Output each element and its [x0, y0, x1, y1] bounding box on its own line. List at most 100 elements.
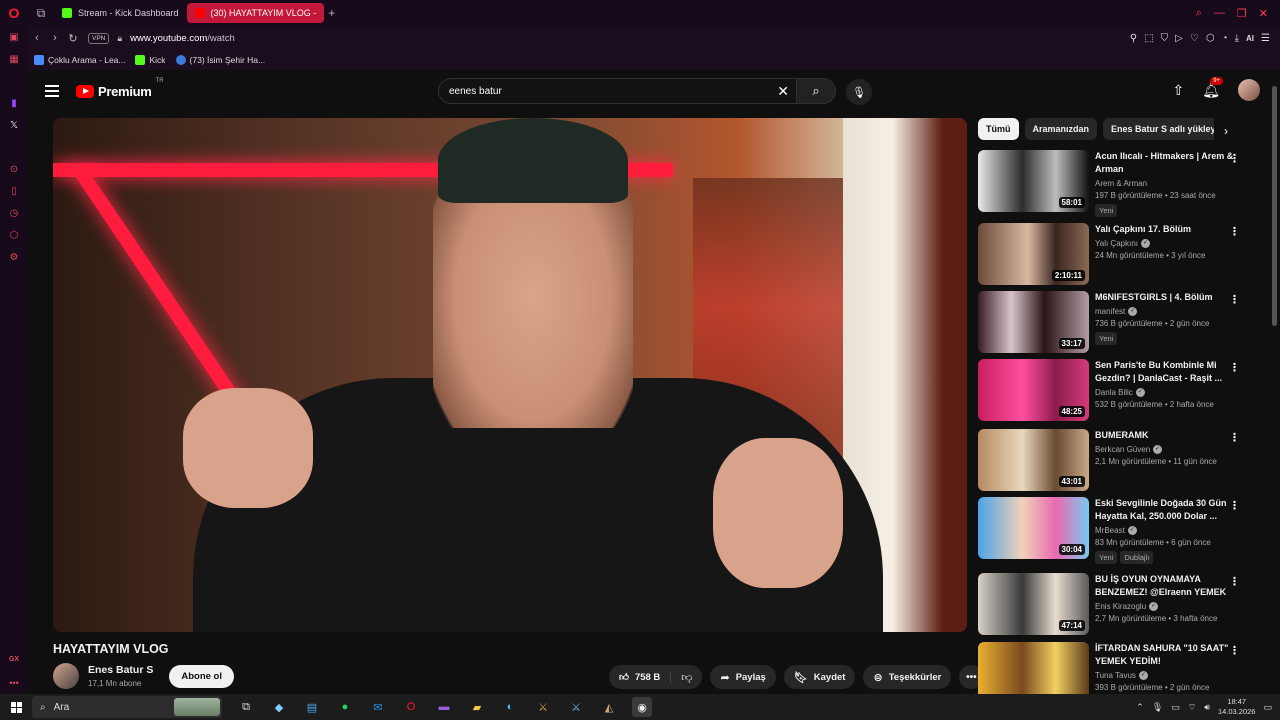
video-title[interactable]: Yalı Çapkını 17. Bölüm [1095, 223, 1235, 236]
microphone-icon[interactable]: 🎙︎ [1152, 702, 1163, 713]
notifications-bell-icon[interactable]: 🔔︎ 9+ [1202, 76, 1224, 99]
recommendation-item[interactable]: 2:10:11 Yalı Çapkını 17. Bölüm Yalı Çapkın… [978, 223, 1248, 291]
channel-name[interactable]: manifest ✓ [1095, 307, 1235, 317]
video-title[interactable]: Acun Ilıcalı - Hitmakers | Arem & Arman [1095, 150, 1235, 176]
search-button[interactable]: ⌕ [796, 78, 836, 104]
game-launcher-2-icon[interactable]: ⚔ [566, 697, 586, 717]
recommendation-item[interactable]: 43:01 BUMERAMK Berkcan Güven ✓ 2,1 Mn görünt… [978, 429, 1248, 497]
channel-avatar[interactable] [53, 663, 79, 689]
clock[interactable]: 18:47 14.03.2026 [1218, 697, 1256, 717]
channel-name[interactable]: Yalı Çapkını ✓ [1095, 239, 1235, 249]
lock-icon[interactable]: 🔒︎ [117, 33, 122, 44]
channel-name[interactable]: Arem & Arman [1095, 179, 1235, 188]
search-tabs-icon[interactable]: ⌕ [1196, 7, 1202, 20]
file-explorer-icon[interactable]: ▰ [467, 697, 487, 717]
recommendation-item[interactable]: 58:01 Acun Ilıcalı - Hitmakers | Arem & A… [978, 150, 1248, 218]
bookmark-item[interactable]: Çoklu Arama - Lea... [34, 55, 125, 65]
video-title[interactable]: BUMERAMK [1095, 429, 1235, 442]
channel-name[interactable]: Danla Bilic ✓ [1095, 388, 1235, 398]
heart-icon[interactable]: ♡ [1190, 33, 1199, 44]
thanks-button[interactable]: ⊜ Teşekkürler [863, 665, 952, 689]
like-button[interactable]: 👍︎ 758 B [609, 671, 672, 683]
subscribe-button[interactable]: Abone ol [169, 664, 234, 688]
opera-gx-icon[interactable]: O [401, 697, 421, 717]
new-tab-button[interactable]: + [328, 6, 335, 20]
opera-gx-logo-icon[interactable]: O [0, 0, 28, 26]
video-thumbnail[interactable]: 2:10:11 [978, 223, 1089, 285]
channel-name[interactable]: Enis Kirazoglu ✓ [1095, 602, 1235, 612]
more-vertical-icon[interactable]: ⋮ [1229, 431, 1240, 444]
network-icon[interactable]: ⌔ [1188, 702, 1196, 713]
youtube-premium-logo[interactable]: Premium TR [76, 78, 164, 99]
video-title[interactable]: Sen Paris'te Bu Kombinle Mi Gezdin? | Da… [1095, 359, 1235, 385]
minimize-button[interactable]: — [1214, 7, 1225, 20]
sidebar-more-icon[interactable]: ••• [0, 678, 28, 688]
more-vertical-icon[interactable]: ⋮ [1229, 152, 1240, 165]
sidebar-extensions-icon[interactable]: ⬡ [0, 224, 28, 246]
back-icon[interactable]: ‹ [28, 32, 46, 44]
more-vertical-icon[interactable]: ⋮ [1229, 293, 1240, 306]
recommendation-item[interactable]: 33:17 M6NIFESTGIRLS | 4. Bölüm manifest ✓ 73… [978, 291, 1248, 359]
store-icon[interactable]: ▤ [302, 697, 322, 717]
reload-icon[interactable]: ↻ [64, 32, 82, 45]
obs-icon[interactable]: ◉ [632, 697, 652, 717]
chip-from-uploader[interactable]: Enes Batur S adlı yükleyiciden [1103, 118, 1214, 140]
chevron-right-icon[interactable]: › [1224, 124, 1228, 138]
snapshot-icon[interactable]: ⬚ [1144, 33, 1153, 44]
more-vertical-icon[interactable]: ⋮ [1229, 361, 1240, 374]
recommendation-item[interactable]: 48:25 Sen Paris'te Bu Kombinle Mi Gezdin?… [978, 359, 1248, 427]
sidebar-gx-corner-icon[interactable]: ▣ [0, 26, 28, 48]
more-vertical-icon[interactable]: ⋮ [1229, 644, 1240, 657]
league-icon[interactable]: ◭ [599, 697, 619, 717]
chip-all[interactable]: Tümü [978, 118, 1019, 140]
tab-kick-dashboard[interactable]: Stream - Kick Dashboard [54, 3, 187, 23]
page-scrollbar[interactable] [1271, 76, 1278, 692]
pin-icon[interactable]: ⚲ [1130, 33, 1137, 44]
more-vertical-icon[interactable]: ⋮ [1229, 575, 1240, 588]
channel-name[interactable]: Enes Batur S [88, 664, 153, 676]
player-icon[interactable]: ▷ [1175, 33, 1183, 44]
chevron-up-icon[interactable]: ⌃ [1136, 702, 1144, 713]
copilot-icon[interactable]: ◆ [269, 697, 289, 717]
sidebar-settings-icon[interactable]: ⚙ [0, 246, 28, 268]
start-button[interactable] [0, 701, 32, 713]
task-view-icon[interactable]: ⧉ [236, 697, 256, 717]
volume-icon[interactable]: 🔊︎ [1204, 702, 1210, 713]
app-purple-icon[interactable]: ▬ [434, 697, 454, 717]
recommendation-item[interactable]: 30:04 Eski Sevgilinle Doğada 30 Gün Hayat… [978, 497, 1248, 565]
shield-icon[interactable]: ⛉ [1161, 33, 1169, 44]
video-title[interactable]: BU İŞ OYUN OYNAMAYA BENZEMEZ! @Elraenn Y… [1095, 573, 1235, 599]
display-icon[interactable]: ▭ [1171, 702, 1180, 713]
sidebar-bookmarks-icon[interactable]: ▯ [0, 180, 28, 202]
chip-from-search[interactable]: Aramanızdan [1024, 118, 1098, 140]
tab-youtube-video[interactable]: (30) HAYATTAYIM VLOG - [186, 3, 325, 23]
search-input[interactable]: eenes batur ✕ [438, 78, 798, 104]
sidebar-player-icon[interactable]: ▦ [0, 48, 28, 70]
voice-search-button[interactable]: 🎙︎ [846, 79, 872, 105]
video-title[interactable]: İFTARDAN SAHURA "10 SAAT" YEMEK YEDİM! [1095, 642, 1235, 668]
video-thumbnail[interactable]: 43:01 [978, 429, 1089, 491]
recommendation-item[interactable]: 47:14 BU İŞ OYUN OYNAMAYA BENZEMEZ! @Elra… [978, 573, 1248, 641]
video-thumbnail[interactable]: 58:01 [978, 150, 1089, 212]
close-window-button[interactable]: ✕ [1259, 7, 1268, 20]
video-title[interactable]: M6NIFESTGIRLS | 4. Bölüm [1095, 291, 1235, 304]
video-thumbnail[interactable]: 48:25 [978, 359, 1089, 421]
download-icon[interactable]: ⤓ [1235, 33, 1239, 44]
video-title[interactable]: Eski Sevgilinle Doğada 30 Gün Hayatta Ka… [1095, 497, 1235, 523]
video-thumbnail[interactable]: 33:17 [978, 291, 1089, 353]
sidebar-twitch-icon[interactable]: ▮ [0, 92, 28, 114]
maximize-button[interactable]: ❐ [1237, 7, 1247, 20]
notifications-icon[interactable]: ▭ [1263, 702, 1272, 713]
taskbar-search[interactable]: ⌕ Ara [32, 696, 222, 718]
sidebar-x-icon[interactable]: 𝕏 [0, 114, 28, 136]
clear-search-icon[interactable]: ✕ [777, 83, 789, 100]
channel-name[interactable]: Tuna Tavus ✓ [1095, 671, 1235, 681]
more-vertical-icon[interactable]: ⋮ [1229, 225, 1240, 238]
video-thumbnail[interactable]: 30:04 [978, 497, 1089, 559]
video-player[interactable] [53, 118, 967, 632]
forward-icon[interactable]: › [46, 32, 64, 44]
game-launcher-icon[interactable]: ⚔ [533, 697, 553, 717]
extensions-icon[interactable]: ⬡ [1206, 33, 1215, 44]
ai-button[interactable]: AI [1246, 34, 1254, 43]
save-button[interactable]: 🔖︎ Kaydet [783, 665, 856, 689]
